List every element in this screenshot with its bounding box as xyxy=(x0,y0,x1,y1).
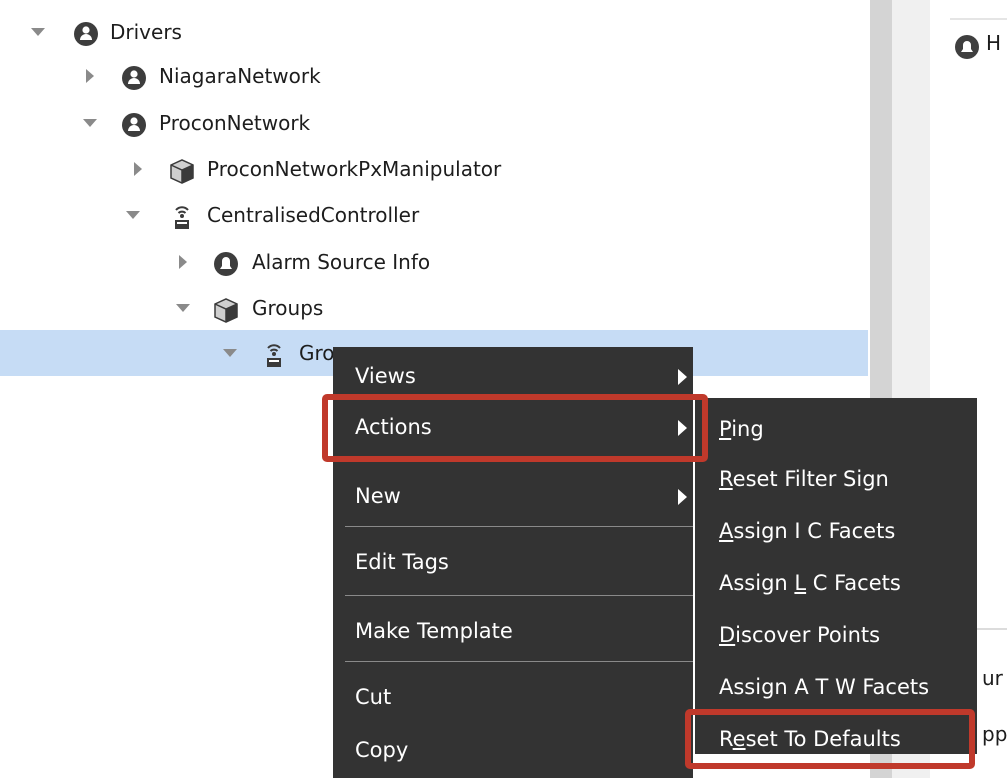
expanded-arrow-icon[interactable] xyxy=(175,285,193,331)
right-panel-divider xyxy=(950,18,1007,20)
tree-node[interactable]: ProconNetwork xyxy=(0,100,868,146)
context-menu-item[interactable]: New xyxy=(333,473,693,519)
tree-node-label: Gro xyxy=(299,341,335,365)
expanded-arrow-icon[interactable] xyxy=(222,330,240,376)
context-menu-item[interactable]: Actions xyxy=(333,404,693,450)
context-menu-item-label: Views xyxy=(355,364,416,388)
right-panel-text: ur xyxy=(982,666,1003,690)
actions-submenu-item[interactable]: Discover Points xyxy=(695,612,977,658)
tree-node-label: ProconNetwork xyxy=(159,111,311,135)
actions-submenu-item[interactable]: Reset To Defaults xyxy=(695,716,977,762)
actions-submenu-item-label: Assign L C Facets xyxy=(719,571,901,595)
expanded-arrow-icon[interactable] xyxy=(82,100,100,146)
tree-node-label: CentralisedController xyxy=(207,203,420,227)
context-menu-item-label: Actions xyxy=(355,415,432,439)
menu-separator xyxy=(345,661,693,662)
actions-submenu-item[interactable]: Assign I C Facets xyxy=(695,508,977,554)
context-menu-item-label: Make Template xyxy=(355,619,513,643)
actions-submenu-item-label: Assign I C Facets xyxy=(719,519,896,543)
folder-cube-icon xyxy=(212,294,240,323)
tree-node[interactable]: NiagaraNetwork xyxy=(0,53,868,99)
context-menu-item-label: Copy xyxy=(355,738,409,762)
expanded-arrow-icon[interactable] xyxy=(125,192,143,238)
right-panel-text: pp xyxy=(982,722,1007,746)
context-menu-item[interactable]: Views xyxy=(333,353,693,399)
expanded-arrow-icon[interactable] xyxy=(30,9,48,55)
tree-node[interactable]: CentralisedController xyxy=(0,192,868,238)
actions-submenu-item-label: Reset To Defaults xyxy=(719,727,901,751)
actions-submenu-item-label: Discover Points xyxy=(719,623,881,647)
submenu-arrow-icon xyxy=(678,489,687,505)
actions-submenu-item-label: Ping xyxy=(719,417,764,441)
tree-node[interactable]: Alarm Source Info xyxy=(0,239,868,285)
context-menu-item[interactable]: Make Template xyxy=(333,608,693,654)
actions-submenu-item-label: Assign A T W Facets xyxy=(719,675,930,699)
tree-node[interactable]: Drivers xyxy=(0,9,868,55)
tree-node-label: Alarm Source Info xyxy=(252,250,431,274)
menu-separator xyxy=(345,595,693,596)
tree-node-label: Drivers xyxy=(110,20,182,44)
workbench-view: Drivers NiagaraNetwork ProconNetwork Procon… xyxy=(0,0,1007,778)
menu-separator xyxy=(345,460,693,461)
actions-submenu: Ping Reset Filter Sign Assign I C Facets As… xyxy=(695,398,977,754)
context-menu-item-label: Cut xyxy=(355,685,392,709)
collapsed-arrow-icon[interactable] xyxy=(130,146,148,192)
context-menu-item[interactable]: Copy xyxy=(333,727,693,773)
actions-submenu-item-label: Reset Filter Sign xyxy=(719,467,889,491)
submenu-arrow-icon xyxy=(678,420,687,436)
tree-node-label: Groups xyxy=(252,296,324,320)
context-menu-item[interactable]: Edit Tags xyxy=(333,539,693,585)
tree-node-label: NiagaraNetwork xyxy=(159,64,321,88)
network-folder-icon xyxy=(120,109,148,137)
collapsed-arrow-icon[interactable] xyxy=(175,239,193,285)
context-menu: Views Actions New Edit Tags Make Template Cut… xyxy=(333,347,693,778)
tree-node[interactable]: ProconNetworkPxManipulator xyxy=(0,146,868,192)
alarm-source-icon xyxy=(955,35,979,59)
right-panel-item-label[interactable]: H xyxy=(986,31,1001,55)
submenu-arrow-icon xyxy=(678,369,687,385)
actions-submenu-item[interactable]: Assign A T W Facets xyxy=(695,664,977,710)
menu-separator xyxy=(345,526,693,527)
context-menu-item[interactable]: Cut xyxy=(333,674,693,720)
tree-node-label: ProconNetworkPxManipulator xyxy=(207,157,502,181)
network-folder-icon xyxy=(72,18,100,46)
actions-submenu-item[interactable]: Ping xyxy=(695,406,977,452)
collapsed-arrow-icon[interactable] xyxy=(82,53,100,99)
actions-submenu-item[interactable]: Assign L C Facets xyxy=(695,560,977,606)
network-folder-icon xyxy=(120,62,148,90)
device-antenna-icon xyxy=(260,339,288,367)
context-menu-item-label: New xyxy=(355,484,401,508)
px-cube-icon xyxy=(168,155,196,184)
actions-submenu-item[interactable]: Reset Filter Sign xyxy=(695,456,977,502)
tree-node[interactable]: Groups xyxy=(0,285,868,331)
context-menu-item-label: Edit Tags xyxy=(355,550,449,574)
alarm-source-icon xyxy=(212,248,240,276)
device-antenna-icon xyxy=(168,201,196,229)
